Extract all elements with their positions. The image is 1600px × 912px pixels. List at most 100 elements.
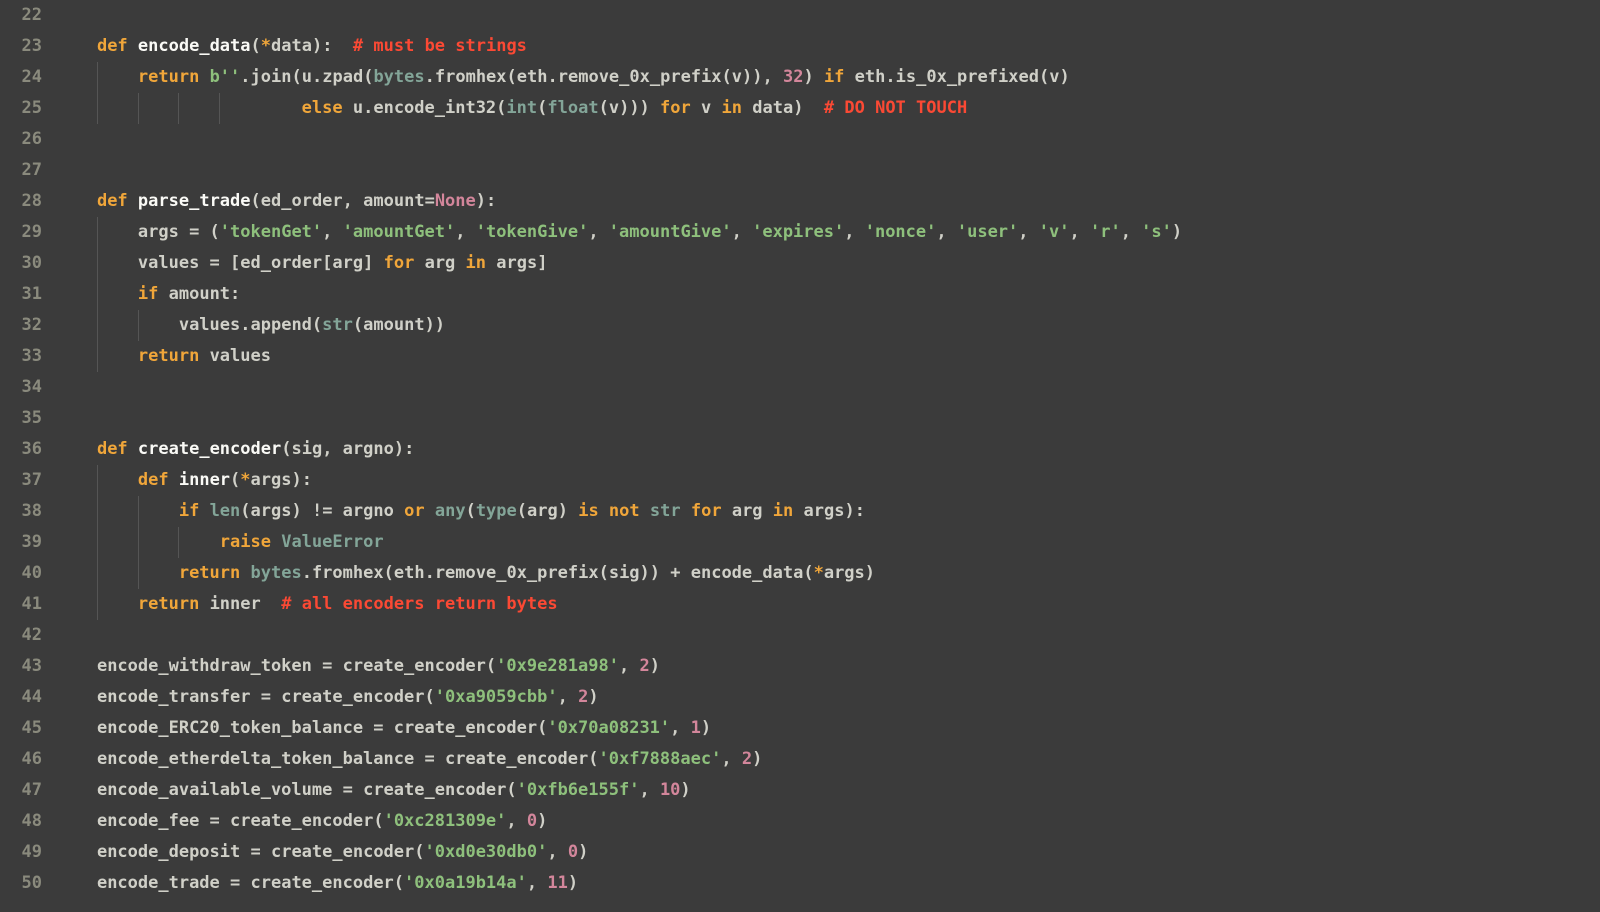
token-op: = <box>414 749 445 769</box>
code-line[interactable]: if len(args) != argno or any(type(arg) i… <box>56 496 1600 527</box>
token-op: ) <box>803 67 823 87</box>
code-editor[interactable]: 2223242526272829303132333435363738394041… <box>0 0 1600 912</box>
code-line[interactable]: encode_fee = create_encoder('0xc281309e'… <box>56 806 1600 837</box>
token-builtin: len <box>210 501 241 521</box>
code-line[interactable] <box>56 620 1600 651</box>
token-comment: # DO NOT TOUCH <box>824 98 967 118</box>
code-line[interactable]: if amount: <box>56 279 1600 310</box>
token-kw: else <box>302 98 343 118</box>
token-id: fromhex <box>312 563 384 583</box>
code-line[interactable]: values = [ed_order[arg] for arg in args] <box>56 248 1600 279</box>
token-op: ( <box>517 501 527 521</box>
token-str: '0xfb6e155f' <box>517 780 640 800</box>
token-id: encode_etherdelta_token_balance <box>97 749 414 769</box>
line-number: 37 <box>0 465 42 496</box>
token-op: ( <box>312 315 322 335</box>
token-op <box>56 749 97 769</box>
token-op: ( <box>251 191 261 211</box>
token-op <box>56 780 97 800</box>
token-num: 1 <box>691 718 701 738</box>
token-id: remove_0x_prefix <box>558 67 722 87</box>
token-fn: create_encoder <box>138 439 281 459</box>
token-op <box>455 253 465 273</box>
code-line[interactable]: encode_deposit = create_encoder('0xd0e30… <box>56 837 1600 868</box>
token-num: 0 <box>568 842 578 862</box>
token-str: 'v' <box>1039 222 1070 242</box>
token-id: encode_available_volume <box>97 780 332 800</box>
token-id: amount <box>363 315 424 335</box>
code-line[interactable]: else u.encode_int32(int(float(v))) for v… <box>56 93 1600 124</box>
code-line[interactable]: def create_encoder(sig, argno): <box>56 434 1600 465</box>
code-line[interactable]: return b''.join(u.zpad(bytes.fromhex(eth… <box>56 62 1600 93</box>
token-op <box>56 284 138 304</box>
code-line[interactable]: encode_withdraw_token = create_encoder('… <box>56 651 1600 682</box>
code-line[interactable] <box>56 0 1600 31</box>
token-param: argno <box>343 439 394 459</box>
token-id: arg <box>527 501 558 521</box>
code-line[interactable] <box>56 403 1600 434</box>
code-line[interactable]: return values <box>56 341 1600 372</box>
token-kw: def <box>138 470 169 490</box>
code-line[interactable]: return inner # all encoders return bytes <box>56 589 1600 620</box>
code-line[interactable]: values.append(str(amount)) <box>56 310 1600 341</box>
line-number: 41 <box>0 589 42 620</box>
token-id: ed_order <box>240 253 322 273</box>
token-id: encode_trade <box>97 873 220 893</box>
token-num: 2 <box>742 749 752 769</box>
code-line[interactable]: encode_ERC20_token_balance = create_enco… <box>56 713 1600 744</box>
token-id: create_encoder <box>281 687 424 707</box>
token-op <box>56 563 179 583</box>
token-op <box>722 501 732 521</box>
token-op <box>271 532 281 552</box>
line-number: 44 <box>0 682 42 713</box>
token-op: = <box>250 687 281 707</box>
token-id: arg <box>332 253 363 273</box>
token-op: . <box>302 563 312 583</box>
token-op: ( <box>1039 67 1049 87</box>
code-line[interactable]: encode_available_volume = create_encoder… <box>56 775 1600 806</box>
token-id: v <box>701 98 711 118</box>
token-op <box>56 5 97 25</box>
token-op: ) <box>568 873 578 893</box>
code-line[interactable] <box>56 155 1600 186</box>
code-area[interactable]: def encode_data(*data): # must be string… <box>56 0 1600 912</box>
token-op: ( <box>240 501 250 521</box>
code-line[interactable]: encode_transfer = create_encoder('0xa905… <box>56 682 1600 713</box>
code-line[interactable]: encode_trade = create_encoder('0x0a19b14… <box>56 868 1600 899</box>
code-line[interactable] <box>56 372 1600 403</box>
token-id: args <box>804 501 845 521</box>
code-line[interactable]: raise ValueError <box>56 527 1600 558</box>
token-id: eth <box>855 67 886 87</box>
token-op <box>128 36 138 56</box>
code-line[interactable]: return bytes.fromhex(eth.remove_0x_prefi… <box>56 558 1600 589</box>
code-line[interactable]: def parse_trade(ed_order, amount=None): <box>56 186 1600 217</box>
token-op: ( <box>803 563 813 583</box>
token-op: , <box>1018 222 1038 242</box>
token-op: . <box>885 67 895 87</box>
token-op: , <box>1069 222 1089 242</box>
token-id: zpad <box>322 67 363 87</box>
token-op: ) <box>1172 222 1182 242</box>
token-op: ) <box>680 780 690 800</box>
token-kw: return <box>138 346 199 366</box>
code-line[interactable]: def inner(*args): <box>56 465 1600 496</box>
token-kw: if <box>179 501 199 521</box>
token-id: inner <box>210 594 261 614</box>
token-op: ): <box>312 36 353 56</box>
token-kw: def <box>97 36 128 56</box>
code-line[interactable]: args = ('tokenGet', 'amountGet', 'tokenG… <box>56 217 1600 248</box>
token-id: encode_deposit <box>97 842 240 862</box>
token-str: '0x0a19b14a' <box>404 873 527 893</box>
token-op: ): <box>292 470 312 490</box>
token-id: v <box>1049 67 1059 87</box>
token-op: ( <box>507 67 517 87</box>
token-op <box>199 501 209 521</box>
line-number: 38 <box>0 496 42 527</box>
token-builtin: bytes <box>251 563 302 583</box>
token-op: ) <box>650 656 660 676</box>
code-line[interactable] <box>56 124 1600 155</box>
token-str: '0x70a08231' <box>547 718 670 738</box>
token-str: '0xf7888aec' <box>599 749 722 769</box>
code-line[interactable]: encode_etherdelta_token_balance = create… <box>56 744 1600 775</box>
code-line[interactable]: def encode_data(*data): # must be string… <box>56 31 1600 62</box>
